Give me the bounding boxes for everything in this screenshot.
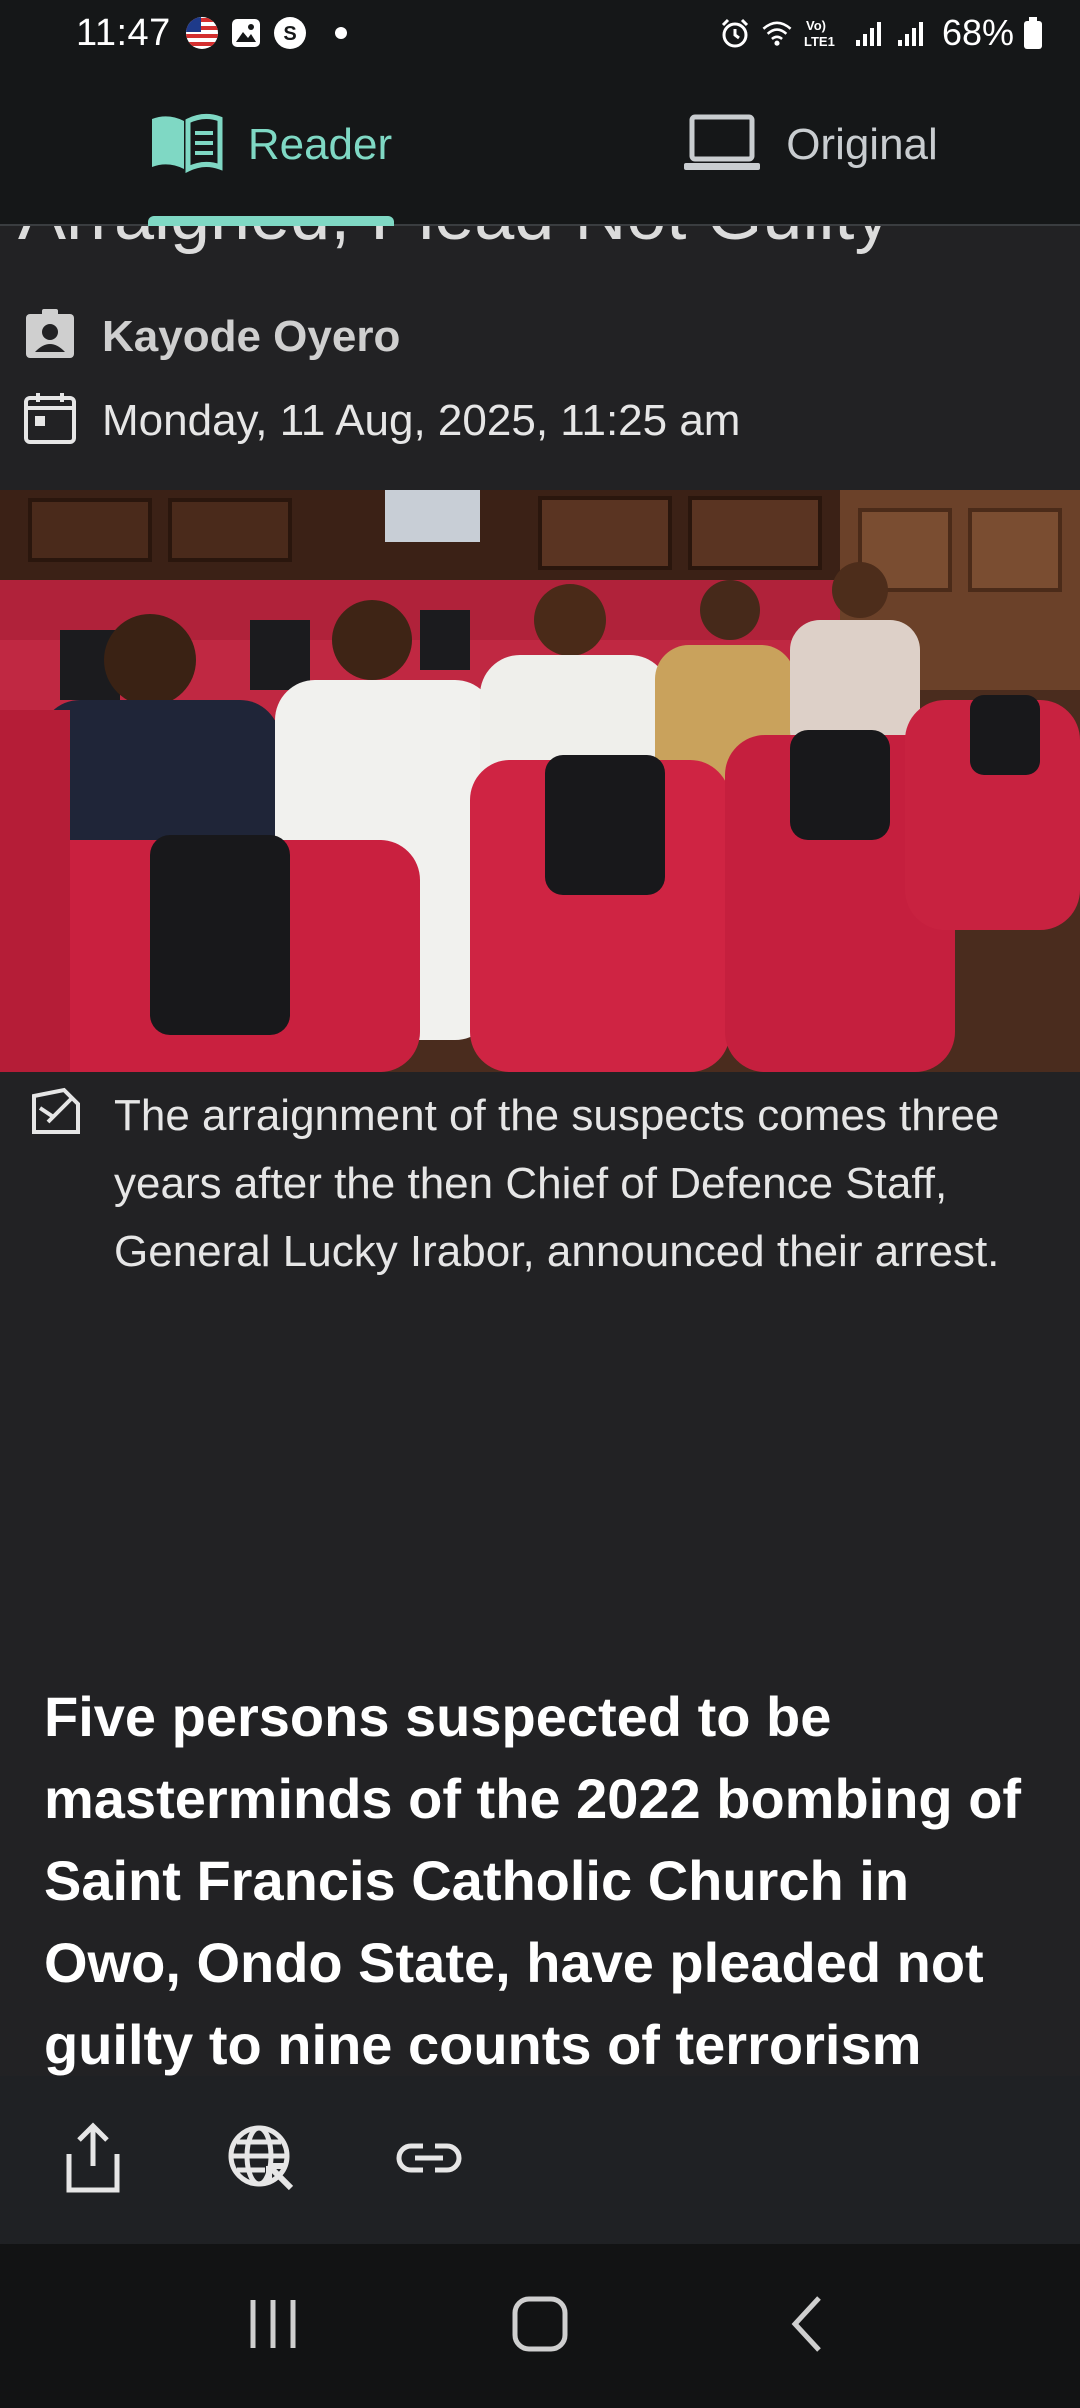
date-row: Monday, 11 Aug, 2025, 11:25 am (22, 390, 740, 451)
copy-link-button[interactable] (394, 2125, 464, 2195)
us-flag-icon (185, 16, 219, 50)
home-button[interactable] (500, 2286, 580, 2366)
battery-percent: 68% (941, 12, 1014, 53)
battery-icon (1022, 16, 1044, 50)
tab-active-indicator (148, 216, 394, 226)
tab-reader-label: Reader (247, 120, 393, 169)
signal-icon (894, 16, 928, 50)
tab-reader[interactable]: Reader (0, 66, 540, 226)
gallery-icon (229, 16, 263, 50)
status-left-icons: S (185, 16, 347, 50)
app-root: 11:47 S Vo) LTE1 68% Reader Original Kay… (0, 0, 1080, 2408)
svg-text:LTE1: LTE1 (804, 34, 835, 49)
author-icon (22, 306, 78, 367)
status-right-icons: Vo) LTE1 68% (718, 0, 1044, 66)
article-headline: Arraigned, Plead Not Guilty (18, 226, 890, 256)
home-icon (510, 2294, 570, 2359)
publish-date: Monday, 11 Aug, 2025, 11:25 am (102, 395, 741, 445)
open-in-browser-button[interactable] (226, 2125, 296, 2195)
image-caption: The arraignment of the suspects comes th… (28, 1082, 1068, 1286)
share-button[interactable] (58, 2121, 128, 2195)
notification-dot (334, 27, 347, 39)
system-nav-bar (0, 2244, 1080, 2408)
article-content[interactable]: Arraigned, Plead Not Guilty Kayode Oyero (0, 226, 1080, 2076)
status-time: 11:47 (76, 11, 171, 54)
svg-text:Vo): Vo) (806, 18, 826, 33)
back-icon (787, 2294, 827, 2359)
s-app-icon: S (273, 16, 307, 50)
tab-original[interactable]: Original (540, 66, 1080, 224)
reader-tabs: Reader Original (0, 66, 1080, 226)
laptop-icon (682, 113, 762, 178)
recent-apps-button[interactable] (233, 2286, 313, 2366)
volte-icon: Vo) LTE1 (802, 16, 844, 50)
signal-icon (852, 16, 886, 50)
share-icon (61, 2120, 125, 2201)
back-button[interactable] (767, 2286, 847, 2366)
image-caption-text: The arraignment of the suspects comes th… (114, 1091, 1000, 1276)
svg-text:S: S (283, 23, 296, 45)
calendar-icon (22, 390, 78, 451)
book-icon (148, 113, 224, 178)
alarm-icon (718, 16, 752, 50)
link-icon (393, 2138, 465, 2183)
recent-apps-icon (243, 2296, 303, 2357)
article-lead-paragraph: Five persons suspected to be masterminds… (44, 1685, 1022, 2076)
open-in-browser-icon (225, 2122, 297, 2199)
author-name: Kayode Oyero (102, 311, 401, 361)
article-action-bar (0, 2076, 1080, 2244)
image-caption-icon (28, 1082, 86, 1286)
status-bar: 11:47 S Vo) LTE1 68% (0, 0, 1080, 66)
author-row: Kayode Oyero (22, 306, 400, 367)
article-hero-image (0, 490, 1080, 1072)
tab-original-label: Original (786, 120, 938, 169)
wifi-icon (760, 16, 794, 50)
